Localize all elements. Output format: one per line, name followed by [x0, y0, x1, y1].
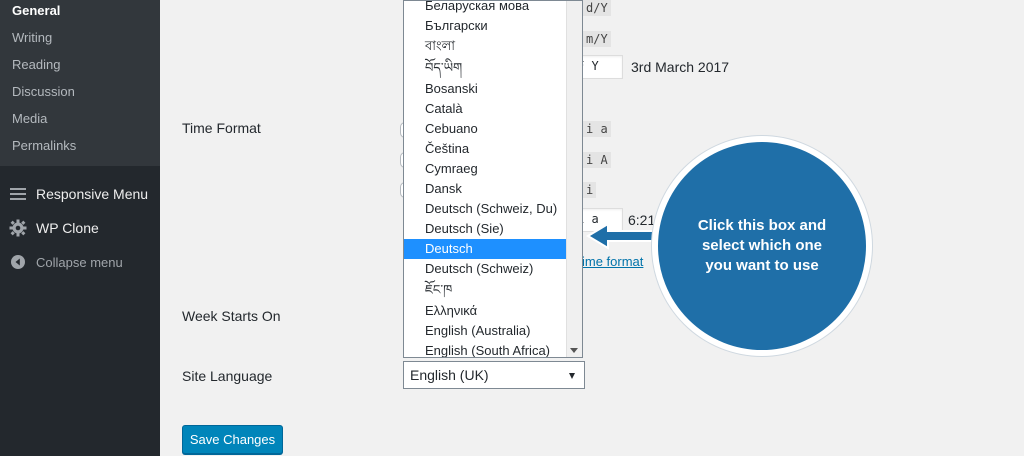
- language-option[interactable]: བོད་ཡིག: [404, 58, 567, 78]
- site-language-label: Site Language: [182, 368, 273, 384]
- date-format-code: d/Y: [583, 0, 611, 16]
- collapse-menu-button[interactable]: Collapse menu: [0, 245, 160, 279]
- language-option[interactable]: Deutsch (Schweiz): [404, 259, 567, 279]
- language-option[interactable]: Deutsch (Schweiz, Du): [404, 199, 567, 219]
- admin-sidebar: General Writing Reading Discussion Media…: [0, 0, 160, 456]
- submenu-item-reading[interactable]: Reading: [12, 57, 60, 72]
- date-format-preview: 3rd March 2017: [631, 59, 730, 75]
- language-option[interactable]: ཇོང་ཁ: [404, 280, 567, 300]
- language-option[interactable]: বাংলা: [404, 36, 567, 56]
- time-format-code: i A: [583, 152, 611, 168]
- submenu-item-writing[interactable]: Writing: [12, 30, 52, 45]
- language-option[interactable]: Cebuano: [404, 119, 567, 139]
- submenu-item-permalinks[interactable]: Permalinks: [12, 138, 76, 153]
- sidebar-item-label: Responsive Menu: [36, 186, 149, 202]
- date-format-code: m/Y: [583, 31, 611, 47]
- language-option[interactable]: Čeština: [404, 139, 567, 159]
- collapse-menu-label: Collapse menu: [36, 254, 123, 270]
- language-dropdown-list[interactable]: Беларуская мова Български বাংলা བོད་ཡིག …: [403, 0, 583, 358]
- instruction-callout: Click this box and select which one you …: [652, 136, 872, 356]
- save-changes-button[interactable]: Save Changes: [182, 425, 283, 454]
- callout-text: Click this box and select which one you …: [697, 217, 827, 274]
- site-language-select[interactable]: English (UK): [403, 361, 585, 389]
- language-option-highlighted[interactable]: Deutsch: [404, 239, 567, 259]
- sidebar-item-label: WP Clone: [36, 220, 99, 236]
- time-format-label: Time Format: [182, 120, 261, 136]
- collapse-arrow-icon: [0, 254, 36, 270]
- submenu-item-media[interactable]: Media: [12, 111, 47, 126]
- time-format-code: i a: [583, 121, 611, 137]
- language-option[interactable]: Ελληνικά: [404, 301, 567, 321]
- language-option[interactable]: Беларуская мова: [404, 1, 567, 16]
- hamburger-icon: [0, 187, 36, 201]
- scroll-down-arrow-icon[interactable]: [570, 348, 578, 353]
- language-option[interactable]: Cymraeg: [404, 159, 567, 179]
- language-option[interactable]: Bosanski: [404, 79, 567, 99]
- language-option[interactable]: Deutsch (Sie): [404, 219, 567, 239]
- submenu-item-discussion[interactable]: Discussion: [12, 84, 75, 99]
- submenu-item-general[interactable]: General: [12, 3, 60, 18]
- language-option[interactable]: English (Australia): [404, 321, 567, 341]
- chevron-down-icon: [569, 373, 575, 379]
- gear-icon: [0, 219, 36, 237]
- sidebar-item-responsive-menu[interactable]: Responsive Menu: [0, 177, 160, 211]
- language-option[interactable]: English (South Africa): [404, 341, 567, 357]
- time-format-doc-link[interactable]: ime format: [582, 254, 643, 269]
- language-option[interactable]: Català: [404, 99, 567, 119]
- language-option[interactable]: Български: [404, 16, 567, 36]
- site-language-selected-value: English (UK): [410, 367, 489, 383]
- dropdown-scrollbar[interactable]: [566, 1, 582, 357]
- time-format-code: i: [583, 182, 597, 198]
- week-starts-label: Week Starts On: [182, 308, 281, 324]
- settings-submenu: General Writing Reading Discussion Media…: [0, 0, 160, 166]
- sidebar-item-wp-clone[interactable]: WP Clone: [0, 211, 160, 245]
- language-option[interactable]: Dansk: [404, 179, 567, 199]
